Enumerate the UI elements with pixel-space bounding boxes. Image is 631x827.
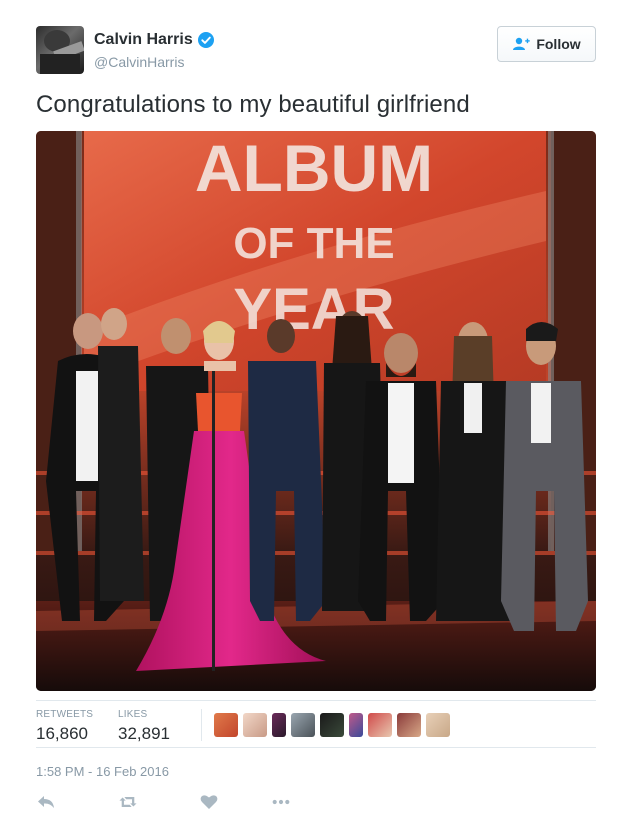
retweets-stat[interactable]: RETWEETS 16,860 [36,709,93,744]
sign-text-of-the: OF THE [233,219,394,268]
verified-badge-icon [197,32,214,48]
author-display-name[interactable]: Calvin Harris [94,31,193,49]
liker-avatar[interactable] [272,713,286,737]
more-icon [272,799,290,805]
liker-avatar[interactable] [291,713,315,737]
author-name-row: Calvin Harris [94,31,214,49]
likes-label: LIKES [118,709,148,720]
likes-stat[interactable]: LIKES 32,891 [118,709,170,744]
retweet-icon [119,797,137,807]
liker-avatar[interactable] [349,713,363,737]
follow-button[interactable]: Follow [497,26,596,62]
liker-avatars [214,713,450,737]
tweet-text: Congratulations to my beautiful girlfrie… [36,91,470,118]
sign-text-album: ALBUM [195,131,433,205]
retweet-button[interactable] [118,793,138,811]
author-handle[interactable]: @CalvinHarris [94,54,184,70]
follow-button-label: Follow [536,36,581,52]
sign-text-year: YEAR [233,277,394,342]
tweet-photo[interactable]: ALBUM OF THE YEAR [36,131,596,691]
like-button[interactable] [199,793,219,811]
liker-avatar[interactable] [426,713,450,737]
like-icon [200,795,218,809]
award-stage-photo: ALBUM OF THE YEAR [36,131,596,691]
add-user-icon [513,37,531,50]
liker-avatar[interactable] [214,713,238,737]
more-button[interactable] [271,793,291,811]
reply-icon [38,796,54,808]
tweet-stats: RETWEETS 16,860 LIKES 32,891 [36,700,596,748]
liker-avatar[interactable] [397,713,421,737]
liker-avatar[interactable] [368,713,392,737]
liker-avatar[interactable] [320,713,344,737]
liker-avatar[interactable] [243,713,267,737]
likes-count: 32,891 [118,724,170,743]
tweet-timestamp[interactable]: 1:58 PM - 16 Feb 2016 [36,764,169,779]
retweets-label: RETWEETS [36,709,94,720]
reply-button[interactable] [36,793,56,811]
retweets-count: 16,860 [36,724,88,743]
stats-divider [201,709,202,741]
tweet-actions [36,793,291,811]
author-avatar[interactable] [36,26,84,74]
